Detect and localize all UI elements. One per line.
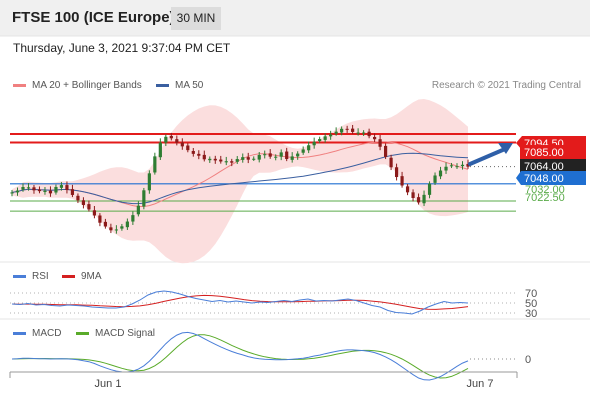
candle-body [416,197,421,203]
price-label-support: 7022.50 [525,192,565,204]
candle-body [400,176,404,186]
candle-body [241,157,245,160]
candle-body [334,131,338,134]
candle-body [87,204,91,210]
candle-body [81,200,86,205]
candle-body [362,132,366,134]
candle-body [147,173,151,191]
candle-body [153,156,157,173]
candle-body [411,192,415,199]
candle-body [356,132,360,134]
candle-body [274,156,278,158]
candle-body [37,189,42,192]
candle-body [70,189,75,195]
candle-body [169,135,173,139]
candle-body [345,128,349,130]
candle-body [268,153,272,157]
candle-body [383,145,388,157]
candle-body [213,158,217,161]
candle-body [92,210,97,216]
candle-body [389,157,393,168]
candle-body [290,156,294,160]
candle-body [98,215,102,223]
candle-body [405,186,410,193]
candle-body [125,221,129,228]
candle-body [235,159,239,162]
candle-body [257,154,261,160]
candle-body [43,190,47,192]
candle-body [191,150,195,154]
candle-body [48,190,53,194]
candle-body [120,226,124,229]
candle-body [351,128,355,132]
candle-body [246,157,250,160]
candle-body [279,152,283,157]
macd-zero-label: 0 [525,354,531,366]
candle-body [76,195,80,201]
candle-body [142,190,146,207]
candle-body [15,190,20,193]
candle-body [54,186,58,193]
candle-body [318,139,322,142]
candle-body [378,139,382,147]
candle-body [427,183,432,195]
candle-body [109,227,113,231]
candle-body [26,187,31,189]
candle-body [65,185,69,191]
candle-body [252,158,256,160]
candle-body [373,136,377,140]
candle-body [449,165,454,167]
candle-body [21,187,25,190]
candle-body [296,153,300,157]
candle-body [32,187,36,191]
candle-body [307,145,311,151]
candle-body [438,170,443,177]
candle-body [131,215,135,222]
candle-body [10,192,14,194]
candle-body [186,145,190,151]
candle-body [202,154,206,160]
candle-body [103,221,107,227]
candle-body [444,166,448,171]
chart-canvas[interactable]: 7094.507085.007064.007048.007032.007022.… [0,0,590,400]
candle-body [136,205,140,215]
rsi-ma-line [11,294,469,310]
candle-body [422,194,426,204]
rsi-level-label: 30 [525,308,537,320]
candle-body [460,164,465,167]
candle-body [164,136,168,143]
candle-body [175,139,179,143]
candle-body [394,167,399,178]
candle-body [180,142,184,147]
candle-body [158,142,162,158]
candle-body [323,136,327,140]
candle-body [367,131,371,137]
macd-line [11,331,469,381]
x-tick-label: Jun 7 [467,378,494,390]
candle-body [455,166,459,168]
candle-body [340,128,344,133]
candle-body [433,175,437,183]
candle-body [263,154,267,156]
candle-body [312,141,316,146]
candle-body [224,161,228,163]
candle-body [301,149,305,153]
candle-body [219,159,223,162]
candle-body [230,161,234,163]
candle-body [329,134,333,137]
bollinger-band [12,99,468,264]
candle-body [114,229,118,231]
candle-body [59,185,64,188]
x-tick-label: Jun 1 [95,378,122,390]
forecast-arrow-shaft [468,147,507,166]
candle-body [208,158,212,161]
price-label-resistance: 7085.00 [524,147,564,159]
candle-body [285,151,289,159]
candle-body [197,153,201,156]
rsi-line [11,290,469,315]
